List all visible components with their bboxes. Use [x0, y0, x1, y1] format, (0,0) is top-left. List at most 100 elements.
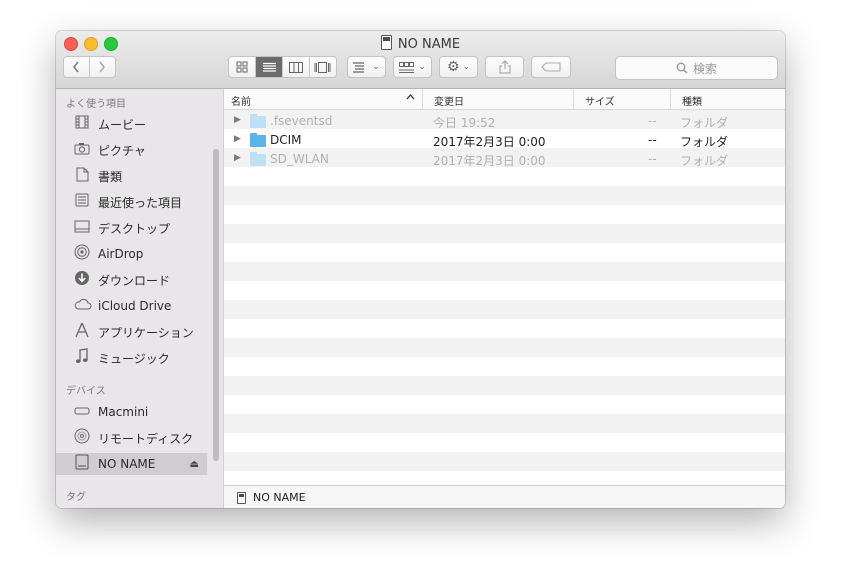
file-name: .fseventsd: [270, 114, 333, 128]
share-icon: [498, 60, 511, 74]
view-options-dropdown[interactable]: ⌄: [347, 56, 386, 78]
sidebar-item-label: ダウンロード: [98, 273, 171, 288]
file-kind: フォルダ: [680, 154, 729, 168]
desktop-icon: [74, 220, 90, 237]
file-rows: ▶ .fseventsd 今日 19:52 -- フォルダ ▶ DCIM 201…: [224, 110, 785, 484]
tag-icon: [541, 62, 561, 72]
column-divider[interactable]: [670, 89, 671, 109]
sidebar-item-pictures[interactable]: ピクチャ: [56, 139, 207, 161]
tags-header: タグ: [66, 492, 86, 503]
search-icon: [676, 62, 688, 74]
grid-arrange-icon: [399, 61, 415, 73]
finder-window: NO NAME ⌄ ⌄ ⚙ ⌄ 検索 よく使う項目 ムービー ピクチャ 書類 最…: [56, 31, 785, 508]
list-options-icon: [353, 61, 365, 73]
column-divider[interactable]: [422, 89, 423, 109]
sidebar-item-no-name[interactable]: NO NAME ⏏: [56, 453, 207, 475]
column-header-bar: 名前 変更日 サイズ 種類: [224, 89, 785, 110]
camera-icon: [74, 142, 90, 159]
file-kind: フォルダ: [680, 135, 729, 149]
folder-icon: [250, 133, 266, 147]
disclosure-triangle-icon[interactable]: ▶: [234, 115, 241, 125]
disclosure-triangle-icon[interactable]: ▶: [234, 153, 241, 163]
row-stripe: [224, 186, 785, 205]
sidebar-item-desktop[interactable]: デスクトップ: [56, 217, 207, 239]
column-view-button[interactable]: [283, 57, 310, 77]
row-stripe: [224, 376, 785, 395]
list-view-button[interactable]: [256, 57, 283, 77]
downloads-icon: [74, 270, 90, 290]
chevron-right-icon: [99, 61, 106, 73]
chevron-down-icon: ⌄: [462, 62, 471, 72]
file-date: 今日 19:52: [433, 116, 496, 130]
search-field[interactable]: 検索: [615, 56, 778, 80]
share-button[interactable]: [485, 56, 524, 78]
sidebar-item-icloud-drive[interactable]: iCloud Drive: [56, 295, 207, 317]
chevron-down-icon: ⌄: [372, 62, 380, 72]
back-button[interactable]: [64, 57, 90, 77]
row-stripe: [224, 224, 785, 243]
sidebar-item-label: デスクトップ: [98, 221, 171, 236]
chevron-left-icon: [73, 61, 79, 73]
sidebar-item-applications[interactable]: アプリケーション: [56, 321, 207, 343]
sidebar-item-documents[interactable]: 書類: [56, 165, 207, 187]
sidebar-item-airdrop[interactable]: AirDrop: [56, 243, 207, 265]
sd-card-icon: [237, 491, 246, 504]
view-mode-segmented: [228, 56, 337, 78]
arrange-dropdown[interactable]: ⌄: [393, 56, 432, 78]
chevron-down-icon: ⌄: [418, 62, 426, 72]
tag-button[interactable]: [531, 56, 571, 78]
path-bar-item[interactable]: NO NAME: [253, 491, 306, 504]
column-header-name[interactable]: 名前: [231, 93, 251, 108]
music-note-icon: [74, 348, 90, 368]
mac-mini-icon: [74, 405, 90, 420]
column-divider[interactable]: [573, 89, 574, 109]
action-dropdown[interactable]: ⚙ ⌄: [439, 56, 478, 78]
file-row-fseventsd[interactable]: ▶ .fseventsd 今日 19:52 -- フォルダ: [224, 112, 785, 131]
eject-icon[interactable]: ⏏: [190, 459, 199, 470]
file-row-dcim[interactable]: ▶ DCIM 2017年2月3日 0:00 -- フォルダ: [224, 131, 785, 150]
forward-button[interactable]: [90, 57, 115, 77]
devices-header: デバイス: [66, 386, 106, 397]
sidebar-scrollbar[interactable]: [213, 149, 219, 461]
folder-icon: [250, 152, 266, 166]
row-stripe: [224, 338, 785, 357]
sidebar-item-downloads[interactable]: ダウンロード: [56, 269, 207, 291]
recents-icon: [74, 193, 90, 211]
sidebar-item-macmini[interactable]: Macmini: [56, 401, 207, 423]
column-header-modified[interactable]: 変更日: [434, 93, 464, 108]
window-title: NO NAME: [56, 35, 785, 52]
icon-view-button[interactable]: [229, 57, 257, 77]
file-size: --: [648, 114, 657, 128]
row-stripe: [224, 452, 785, 471]
column-header-size[interactable]: サイズ: [585, 93, 615, 108]
titlebar: NO NAME ⌄ ⌄ ⚙ ⌄ 検索: [56, 31, 785, 89]
applications-icon: [74, 322, 90, 342]
row-stripe: [224, 300, 785, 319]
disclosure-triangle-icon[interactable]: ▶: [234, 134, 241, 144]
search-placeholder: 検索: [692, 61, 717, 76]
sidebar-item-label: ピクチャ: [98, 143, 146, 158]
favorites-header: よく使う項目: [66, 99, 126, 110]
row-stripe: [224, 262, 785, 281]
sidebar-item-label: リモートディスク: [98, 431, 194, 446]
sidebar-item-label: ミュージック: [98, 351, 170, 366]
file-row-sd-wlan[interactable]: ▶ SD_WLAN 2017年2月3日 0:00 -- フォルダ: [224, 150, 785, 169]
gallery-view-button[interactable]: [310, 57, 336, 77]
sort-ascending-icon: [406, 93, 415, 103]
folder-icon: [250, 114, 266, 128]
column-header-kind[interactable]: 種類: [682, 93, 702, 108]
list-view-icon: [262, 62, 276, 72]
remote-disc-icon: [74, 428, 90, 448]
drive-icon: [74, 454, 90, 474]
sidebar-item-label: iCloud Drive: [98, 299, 172, 313]
sidebar-item-label: AirDrop: [98, 247, 144, 261]
sidebar-item-movies[interactable]: ムービー: [56, 113, 207, 135]
gear-icon: ⚙: [446, 59, 460, 75]
sidebar-item-recents[interactable]: 最近使った項目: [56, 191, 207, 213]
file-kind: フォルダ: [680, 116, 729, 130]
airdrop-icon: [74, 244, 90, 264]
nav-buttons: [63, 56, 116, 78]
sidebar-item-remote-disc[interactable]: リモートディスク: [56, 427, 207, 449]
sidebar-item-label: ムービー: [98, 117, 147, 132]
sidebar-item-music[interactable]: ミュージック: [56, 347, 207, 369]
